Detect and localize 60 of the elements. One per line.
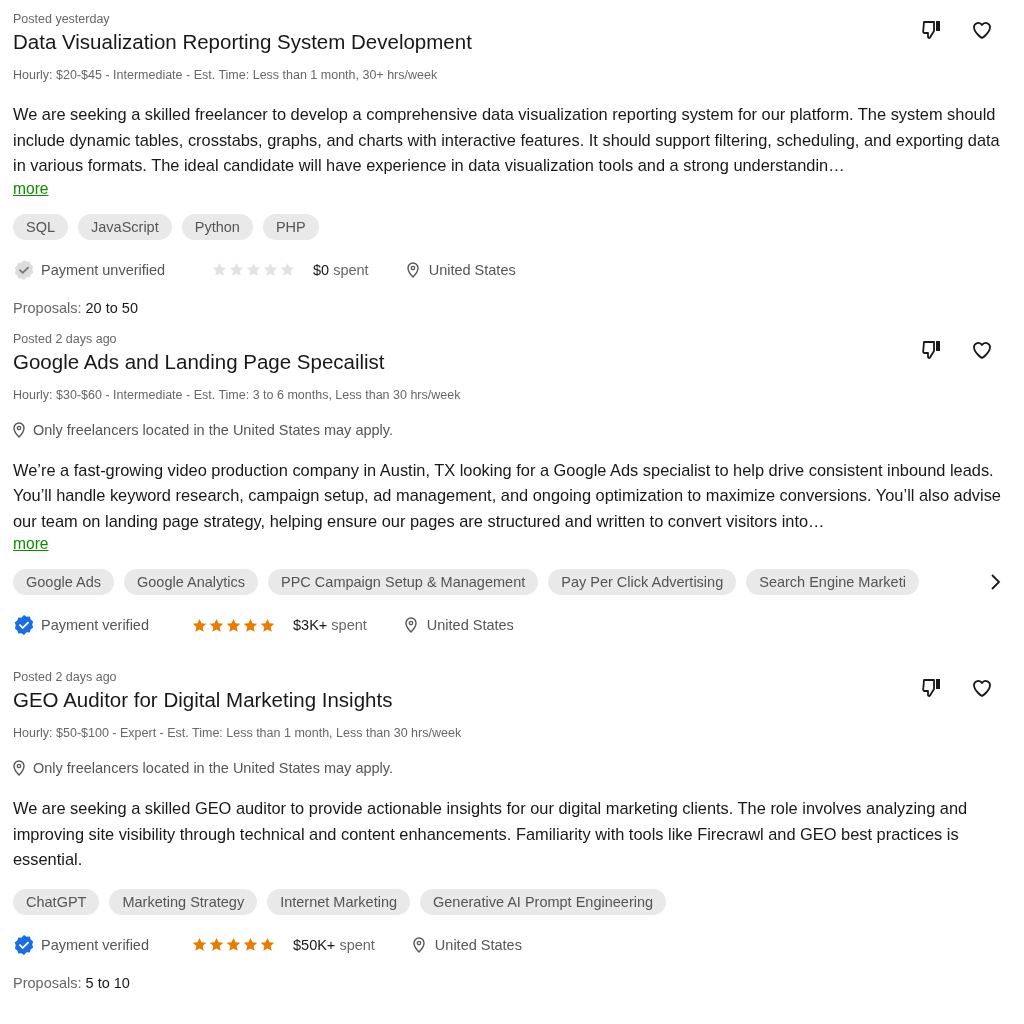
posted-time: Posted 2 days ago: [13, 331, 118, 346]
location-pin-icon: [404, 617, 417, 633]
star-icon: [192, 937, 207, 952]
payment-status: Payment verified: [41, 936, 149, 953]
star-icon: [280, 262, 295, 277]
amount-spent: $3K+ spent: [293, 617, 367, 633]
job-description: We’re a fast-growing video production company in Austin, TX looking for a Google Ads specialist to help drive consistent inbound leads. You’ll handle keyword research, campaign setup, ad management, and ongoing optimization to maximize conversions. You’ll also advise our team on landing page strategy, helping ensure our pages are structured and written to convert visitors into…: [13, 459, 1002, 532]
star-icon: [209, 617, 224, 633]
star-icon: [229, 262, 244, 277]
job-terms: Hourly: $20-$45 - Intermediate - Est. Time: Less than 1 month, 30+ hrs/week: [13, 68, 439, 82]
posted-time: Posted yesterday: [13, 12, 111, 26]
skill-tag[interactable]: Python: [181, 213, 253, 240]
job-terms: Hourly: $30-$60 - Intermediate - Est. Time: 3 to 6 months, Less than 30 hrs/week: [13, 387, 462, 402]
star-icon: [263, 262, 278, 277]
skill-tag[interactable]: PPC Campaign Setup & Management: [268, 569, 539, 595]
location-restriction: Only freelancers located in the United States may apply.: [33, 421, 393, 438]
job-title[interactable]: Data Visualization Reporting System Development: [13, 30, 472, 54]
skill-tag[interactable]: ChatGPT: [13, 888, 100, 915]
skill-tag[interactable]: PHP: [262, 213, 319, 240]
skill-tag[interactable]: Generative AI Prompt Engineering: [420, 888, 667, 915]
location-restriction: Only freelancers located in the United States may apply.: [33, 760, 393, 776]
star-icon: [246, 262, 261, 277]
amount-spent: $0 spent: [313, 261, 369, 278]
star-icon: [260, 617, 275, 633]
location-pin-icon: [13, 760, 25, 776]
skill-tag[interactable]: Google Ads: [13, 569, 114, 595]
job-title[interactable]: GEO Auditor for Digital Marketing Insights: [13, 688, 393, 712]
location-pin-icon: [406, 261, 419, 278]
job-terms: Hourly: $50-$100 - Expert - Est. Time: Less than 1 month, Less than 30 hrs/week: [13, 726, 463, 740]
client-location: United States: [428, 261, 516, 278]
posted-time: Posted 2 days ago: [13, 670, 118, 684]
star-icon: [243, 937, 258, 952]
job-description: We are seeking a skilled freelancer to develop a comprehensive data visualization reporting system for our platform. The system should include dynamic tables, crosstabs, graphs, and charts with interactive features. It should support filtering, scheduling, and exporting data in various formats. The ideal candidate will have experience in data visualization tools and a strong understandin…: [13, 104, 1001, 176]
skill-tag[interactable]: Marketing Strategy: [109, 888, 258, 915]
star-icon: [212, 262, 227, 277]
amount-spent: $50K+ spent: [293, 936, 375, 953]
star-icon: [226, 617, 241, 633]
location-pin-icon: [412, 936, 425, 953]
star-icon: [226, 937, 241, 952]
star-icon: [209, 937, 224, 952]
star-icon: [260, 937, 275, 952]
star-icon: [243, 617, 258, 633]
job-title[interactable]: Google Ads and Landing Page Specailist: [13, 349, 385, 374]
skill-tag[interactable]: JavaScript: [78, 213, 172, 240]
client-location: United States: [426, 617, 514, 633]
skill-tag[interactable]: SQL: [13, 213, 68, 240]
skill-tag[interactable]: Pay Per Click Advertising: [548, 569, 737, 595]
more-link[interactable]: more: [13, 179, 49, 198]
location-pin-icon: [13, 421, 25, 438]
job-description: We are seeking a skilled GEO auditor to provide actionable insights for our digital marketing clients. The role involves analyzing and improving site visibility through technical and content enhancements. Familiarity with tools like Firecrawl and GEO best practices is essential.: [13, 798, 969, 870]
proposals-count: Proposals: 20 to 50: [13, 299, 139, 316]
client-location: United States: [434, 936, 522, 953]
skill-tag[interactable]: Google Analytics: [124, 569, 258, 595]
more-link[interactable]: more: [13, 535, 49, 553]
skill-tag[interactable]: Search Engine Marketi: [746, 569, 919, 595]
payment-status: Payment verified: [41, 617, 149, 633]
proposals-count: Proposals: 5 to 10: [13, 974, 131, 991]
star-icon: [192, 617, 207, 633]
payment-status: Payment unverified: [41, 261, 166, 278]
skill-tag[interactable]: Internet Marketing: [267, 888, 410, 915]
